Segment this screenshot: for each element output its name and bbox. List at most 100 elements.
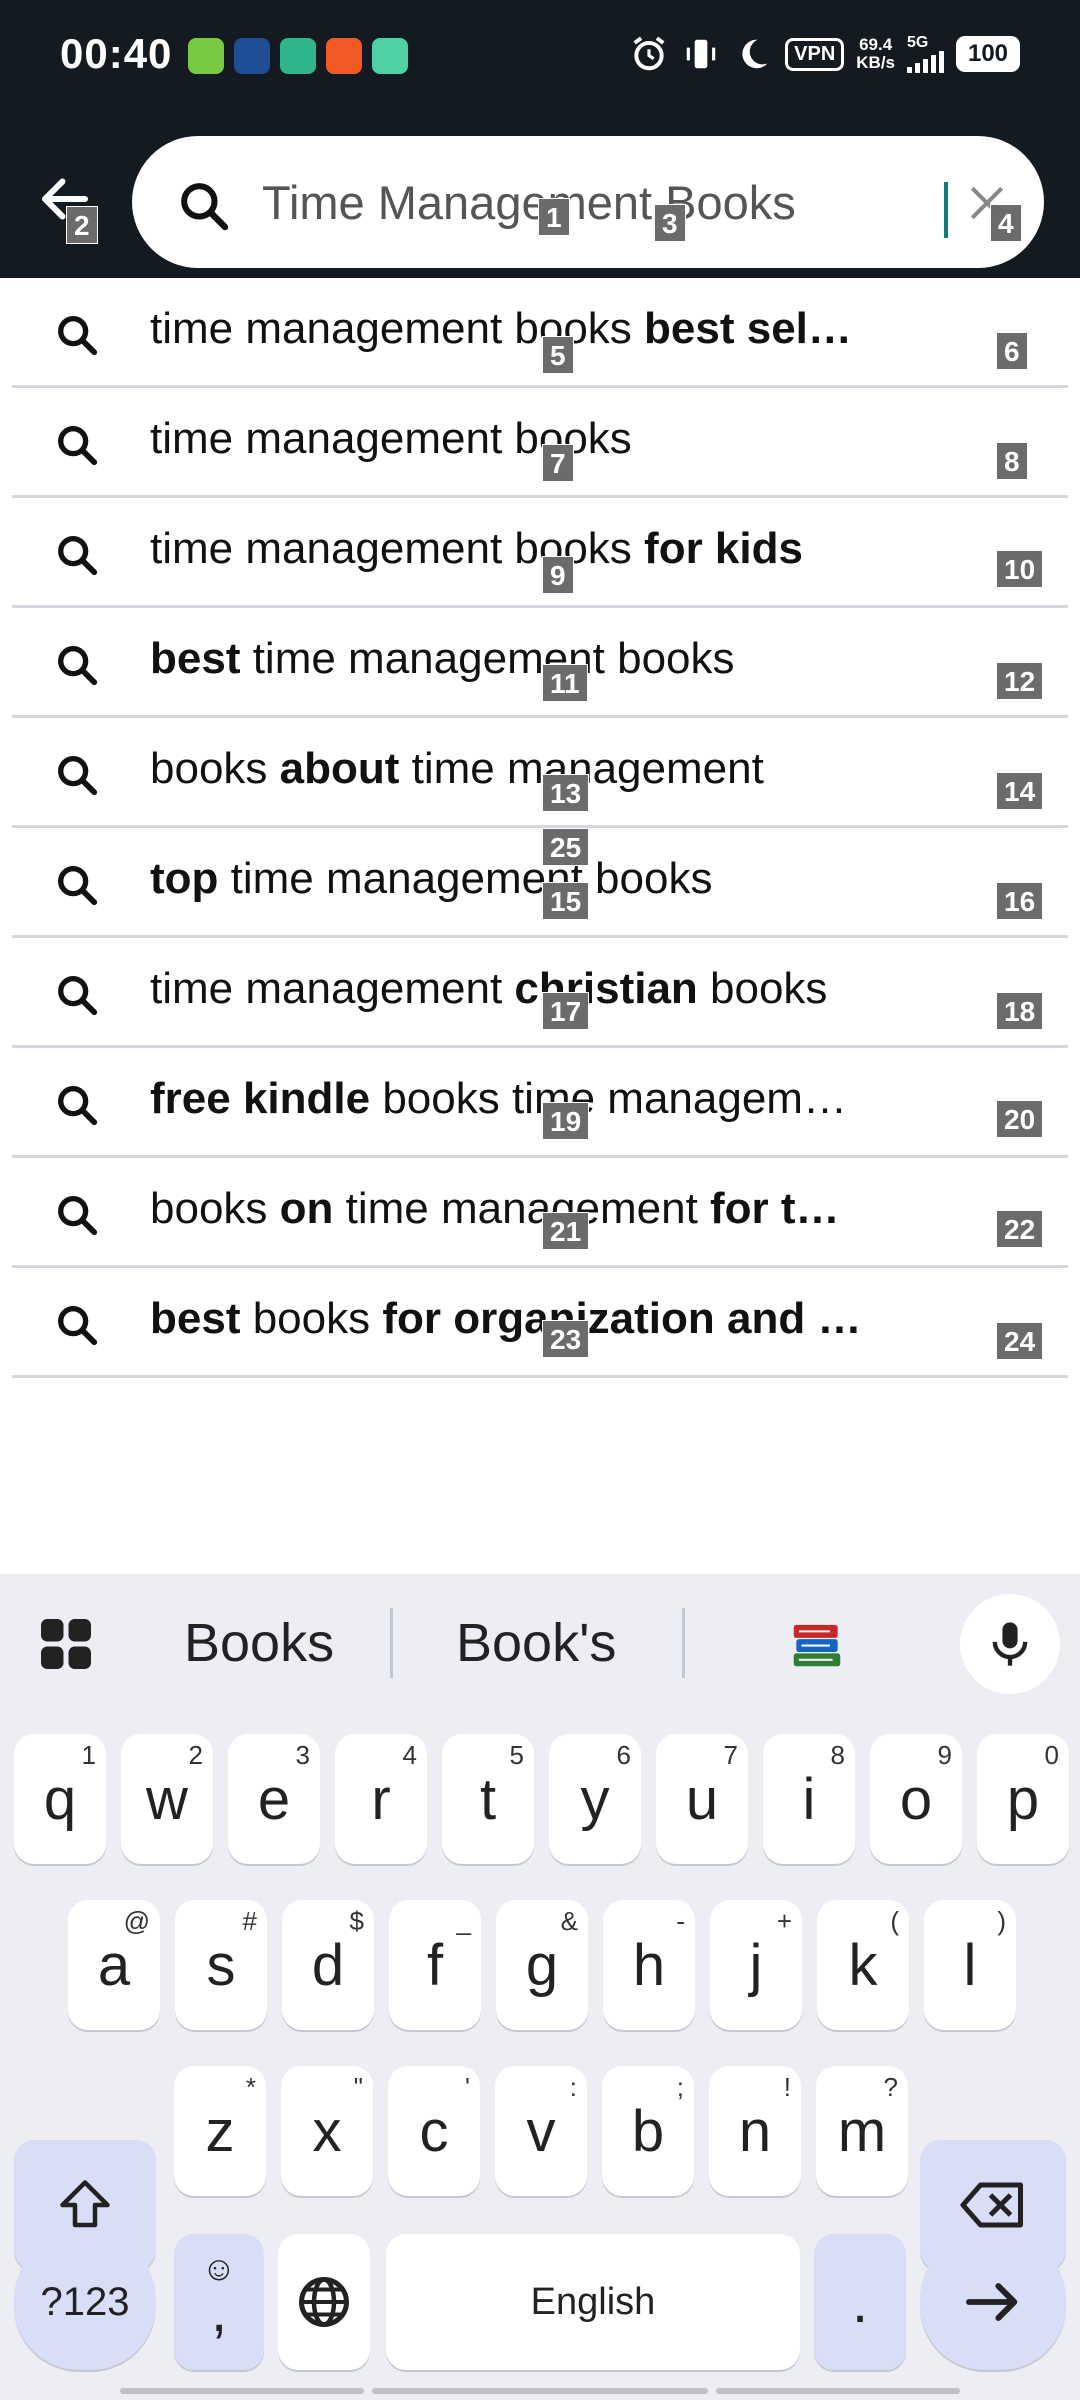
suggestion-row[interactable]: free kindle books time managem… xyxy=(12,1048,1068,1158)
suggestion-row[interactable]: best books for organization and … xyxy=(12,1268,1068,1378)
key-w[interactable]: w2 xyxy=(121,1734,213,1864)
key-label: o xyxy=(899,1766,933,1832)
key-f[interactable]: f _ xyxy=(389,1900,481,2030)
key-i[interactable]: i8 xyxy=(763,1734,855,1864)
symbols-key[interactable]: ?123 xyxy=(14,2234,156,2370)
search-box[interactable] xyxy=(132,136,1044,268)
suggestion-row[interactable]: top time management books xyxy=(12,828,1068,938)
key-label: s xyxy=(206,1932,236,1998)
shift-arrow-icon xyxy=(60,2180,110,2228)
overlay-tag: 8 xyxy=(996,442,1028,480)
keyboard-toolbar: Books Book's xyxy=(0,1574,1080,1714)
suggestion-plain-part: time management xyxy=(333,1184,711,1233)
key-hint: " xyxy=(353,2072,363,2102)
key-p[interactable]: p0 xyxy=(977,1734,1069,1864)
network-speed: 69.4 KB/s xyxy=(856,36,895,72)
overlay-tag: 11 xyxy=(542,664,588,702)
key-x[interactable]: x " xyxy=(281,2066,373,2196)
suggestion-bold-part: for kids xyxy=(644,524,803,573)
key-g[interactable]: g & xyxy=(496,1900,588,2030)
key-label: c xyxy=(419,2098,449,2164)
key-u[interactable]: u7 xyxy=(656,1734,748,1864)
suggestion-bold-part: about xyxy=(279,744,400,793)
search-input[interactable] xyxy=(262,166,942,238)
key-hint: - xyxy=(676,1906,685,1936)
key-label: h xyxy=(632,1932,666,1998)
apps-grid-icon[interactable] xyxy=(36,1614,96,1674)
key-e[interactable]: e3 xyxy=(228,1734,320,1864)
key-hint: 0 xyxy=(1044,1740,1059,1770)
key-label: n xyxy=(738,2098,772,2164)
search-icon xyxy=(176,178,232,239)
key-label: a xyxy=(97,1932,131,1998)
suggestion-plain-part: time management books xyxy=(218,854,713,903)
key-hint: * xyxy=(245,2072,256,2102)
key-t[interactable]: t5 xyxy=(442,1734,534,1864)
search-icon xyxy=(54,1082,100,1133)
key-r[interactable]: r4 xyxy=(335,1734,427,1864)
word-suggestion[interactable]: Book's xyxy=(456,1612,616,1674)
key-label: b xyxy=(631,2098,665,2164)
key-y[interactable]: y6 xyxy=(549,1734,641,1864)
suggestion-row[interactable]: time management books for kids xyxy=(12,498,1068,608)
key-h[interactable]: h- xyxy=(603,1900,695,2030)
key-b[interactable]: b; xyxy=(602,2066,694,2196)
key-s[interactable]: s # xyxy=(175,1900,267,2030)
suggestion-row[interactable]: books on time management for t… xyxy=(12,1158,1068,1268)
suggestion-plain-part: time management books xyxy=(240,634,735,683)
key-label: v xyxy=(526,2098,556,2164)
speed-unit: KB/s xyxy=(856,53,895,72)
voice-input-button[interactable] xyxy=(960,1594,1060,1694)
key-z[interactable]: z * xyxy=(174,2066,266,2196)
suggestion-row[interactable]: time management books xyxy=(12,388,1068,498)
overlay-tag: 4 xyxy=(990,204,1022,242)
space-key[interactable]: English xyxy=(386,2234,800,2370)
key-k[interactable]: k( xyxy=(817,1900,909,2030)
status-indicators: VPN 69.4 KB/s 5G 100 xyxy=(629,34,1020,74)
key-hint: 8 xyxy=(830,1740,845,1770)
suggestion-row[interactable]: time management books best sel… xyxy=(12,278,1068,388)
key-n[interactable]: n! xyxy=(709,2066,801,2196)
suggestion-row[interactable]: best time management books xyxy=(12,608,1068,718)
suggestion-bold-part: best xyxy=(150,1294,241,1343)
key-hint: ; xyxy=(676,2072,684,2102)
word-suggestion[interactable]: Books xyxy=(184,1612,334,1674)
overlay-tag: 17 xyxy=(542,992,590,1030)
search-icon xyxy=(54,1192,100,1243)
period-key[interactable]: . xyxy=(814,2234,906,2370)
key-hint: : xyxy=(569,2072,577,2102)
go-enter-key[interactable] xyxy=(920,2234,1066,2370)
overlay-tag: 12 xyxy=(996,662,1044,700)
key-a[interactable]: a @ xyxy=(68,1900,160,2030)
suggestion-divider xyxy=(390,1608,393,1678)
suggestion-bold-part: free kindle xyxy=(150,1074,371,1123)
key-j[interactable]: j + xyxy=(710,1900,802,2030)
overlay-tag: 21 xyxy=(542,1212,590,1250)
overlay-tag: 3 xyxy=(654,204,686,242)
suggestion-row[interactable]: books about time management xyxy=(12,718,1068,828)
books-emoji-suggestion-icon[interactable] xyxy=(786,1612,848,1674)
key-hint: 1 xyxy=(81,1740,96,1770)
search-icon xyxy=(54,532,100,583)
key-q[interactable]: q1 xyxy=(14,1734,106,1864)
key-hint: 9 xyxy=(937,1740,952,1770)
suggestion-plain-part: books xyxy=(150,1184,280,1233)
key-hint: ' xyxy=(465,2072,470,2102)
overlay-tag: 25 xyxy=(542,828,590,866)
key-l[interactable]: l) xyxy=(924,1900,1016,2030)
key-c[interactable]: c ' xyxy=(388,2066,480,2196)
key-m[interactable]: m? xyxy=(816,2066,908,2196)
overlay-tag: 19 xyxy=(542,1102,590,1140)
key-d[interactable]: d $ xyxy=(282,1900,374,2030)
emoji-comma-key[interactable]: ☺ , xyxy=(174,2234,264,2370)
key-label: x xyxy=(312,2098,342,2164)
key-label: z xyxy=(205,2098,235,2164)
overlay-tag: 15 xyxy=(542,882,590,920)
key-o[interactable]: o9 xyxy=(870,1734,962,1864)
suggestion-row[interactable]: time management christian books xyxy=(12,938,1068,1048)
text-caret xyxy=(944,182,948,238)
key-v[interactable]: v: xyxy=(495,2066,587,2196)
language-key[interactable] xyxy=(278,2234,370,2370)
key-hint: + xyxy=(776,1906,792,1936)
overlay-tag: 9 xyxy=(542,556,574,594)
